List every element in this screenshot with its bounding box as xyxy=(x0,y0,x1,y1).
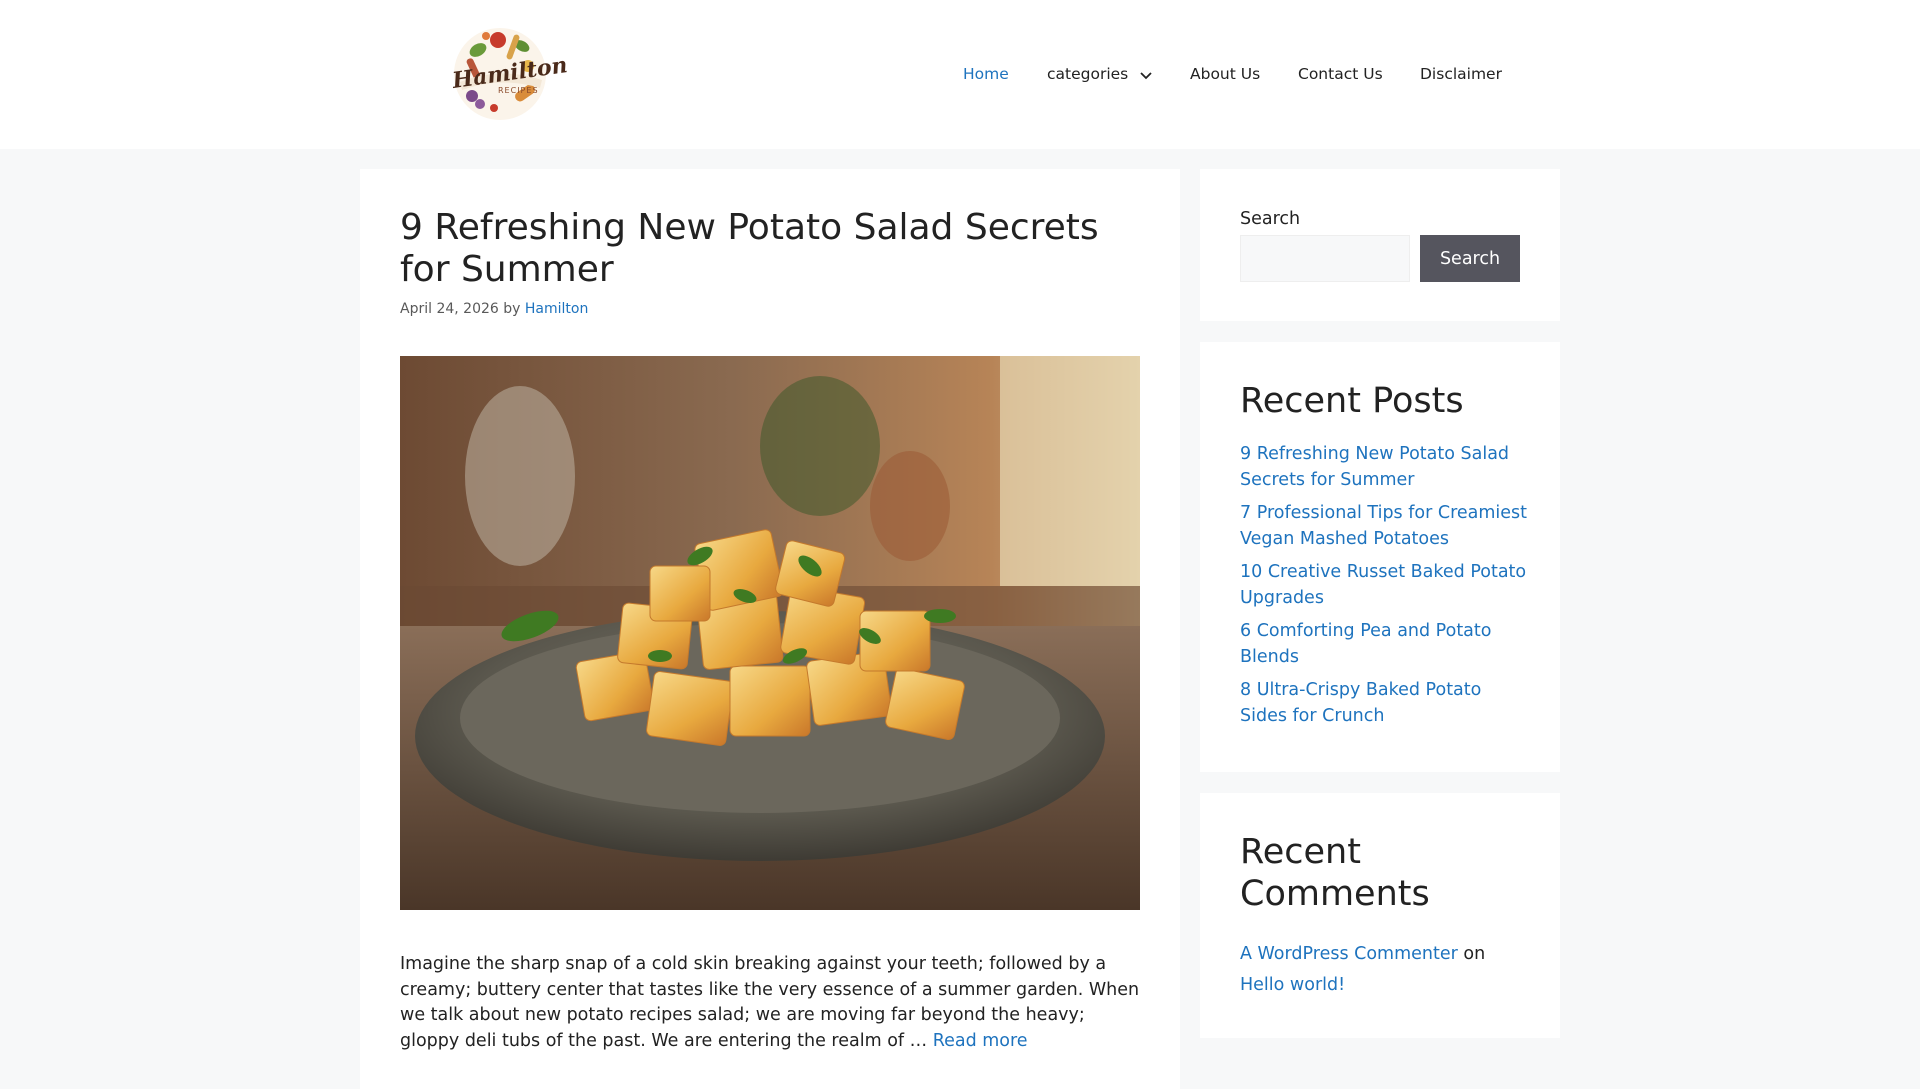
article-title[interactable]: 9 Refreshing New Potato Salad Secrets fo… xyxy=(400,207,1150,291)
list-item: 10 Creative Russet Baked Potato Upgrades xyxy=(1240,560,1530,611)
search-label: Search xyxy=(1240,209,1301,229)
article-excerpt: Imagine the sharp snap of a cold skin br… xyxy=(400,952,1145,1055)
nav-contact-us[interactable]: Contact Us xyxy=(1298,56,1383,92)
recent-post-link[interactable]: 9 Refreshing New Potato Salad Secrets fo… xyxy=(1240,444,1509,490)
nav-home[interactable]: Home xyxy=(963,56,1009,92)
chevron-down-icon xyxy=(1140,57,1152,93)
primary-nav: Home categories About Us Contact Us Disc… xyxy=(0,56,1920,92)
nav-categories[interactable]: categories xyxy=(1047,56,1152,93)
article-card: 9 Refreshing New Potato Salad Secrets fo… xyxy=(360,169,1180,1089)
excerpt-text: Imagine the sharp snap of a cold skin br… xyxy=(400,954,1140,1052)
article-date: April 24, 2026 xyxy=(400,301,499,317)
recent-posts-widget: Recent Posts 9 Refreshing New Potato Sal… xyxy=(1200,342,1560,772)
list-item: 7 Professional Tips for Creamiest Vegan … xyxy=(1240,501,1530,552)
recent-post-link[interactable]: 8 Ultra-Crispy Baked Potato Sides for Cr… xyxy=(1240,680,1481,726)
recent-post-link[interactable]: 7 Professional Tips for Creamiest Vegan … xyxy=(1240,503,1527,549)
recent-post-link[interactable]: 10 Creative Russet Baked Potato Upgrades xyxy=(1240,562,1526,608)
article-meta: April 24, 2026 by Hamilton xyxy=(400,301,588,317)
nav-categories-label: categories xyxy=(1047,65,1129,83)
list-item: 6 Comforting Pea and Potato Blends xyxy=(1240,619,1530,670)
commenter-link[interactable]: A WordPress Commenter xyxy=(1240,944,1458,964)
comment-post-link[interactable]: Hello world! xyxy=(1240,975,1345,995)
list-item: 8 Ultra-Crispy Baked Potato Sides for Cr… xyxy=(1240,678,1530,729)
article-author-link[interactable]: Hamilton xyxy=(525,301,588,317)
search-widget: Search Search xyxy=(1200,169,1560,321)
recent-posts-title: Recent Posts xyxy=(1240,381,1464,421)
recent-comments-title: Recent Comments xyxy=(1240,832,1430,914)
recent-posts-list: 9 Refreshing New Potato Salad Secrets fo… xyxy=(1240,442,1530,737)
recent-post-link[interactable]: 6 Comforting Pea and Potato Blends xyxy=(1240,621,1491,667)
nav-disclaimer[interactable]: Disclaimer xyxy=(1420,56,1502,92)
recent-comments-widget: Recent Comments A WordPress Commenter on… xyxy=(1200,793,1560,1038)
recent-comment: A WordPress Commenter on Hello world! xyxy=(1240,939,1530,1001)
featured-image[interactable] xyxy=(400,356,1140,910)
site-header: Hamilton RECIPES Home categories About U… xyxy=(0,0,1920,149)
article-by: by xyxy=(503,301,521,317)
search-button[interactable]: Search xyxy=(1420,235,1520,282)
list-item: 9 Refreshing New Potato Salad Secrets fo… xyxy=(1240,442,1530,493)
read-more-link[interactable]: Read more xyxy=(933,1031,1028,1051)
search-input[interactable] xyxy=(1240,235,1410,282)
nav-about-us[interactable]: About Us xyxy=(1190,56,1260,92)
potato-dish-image xyxy=(400,356,1140,910)
comment-on-text: on xyxy=(1457,944,1486,964)
